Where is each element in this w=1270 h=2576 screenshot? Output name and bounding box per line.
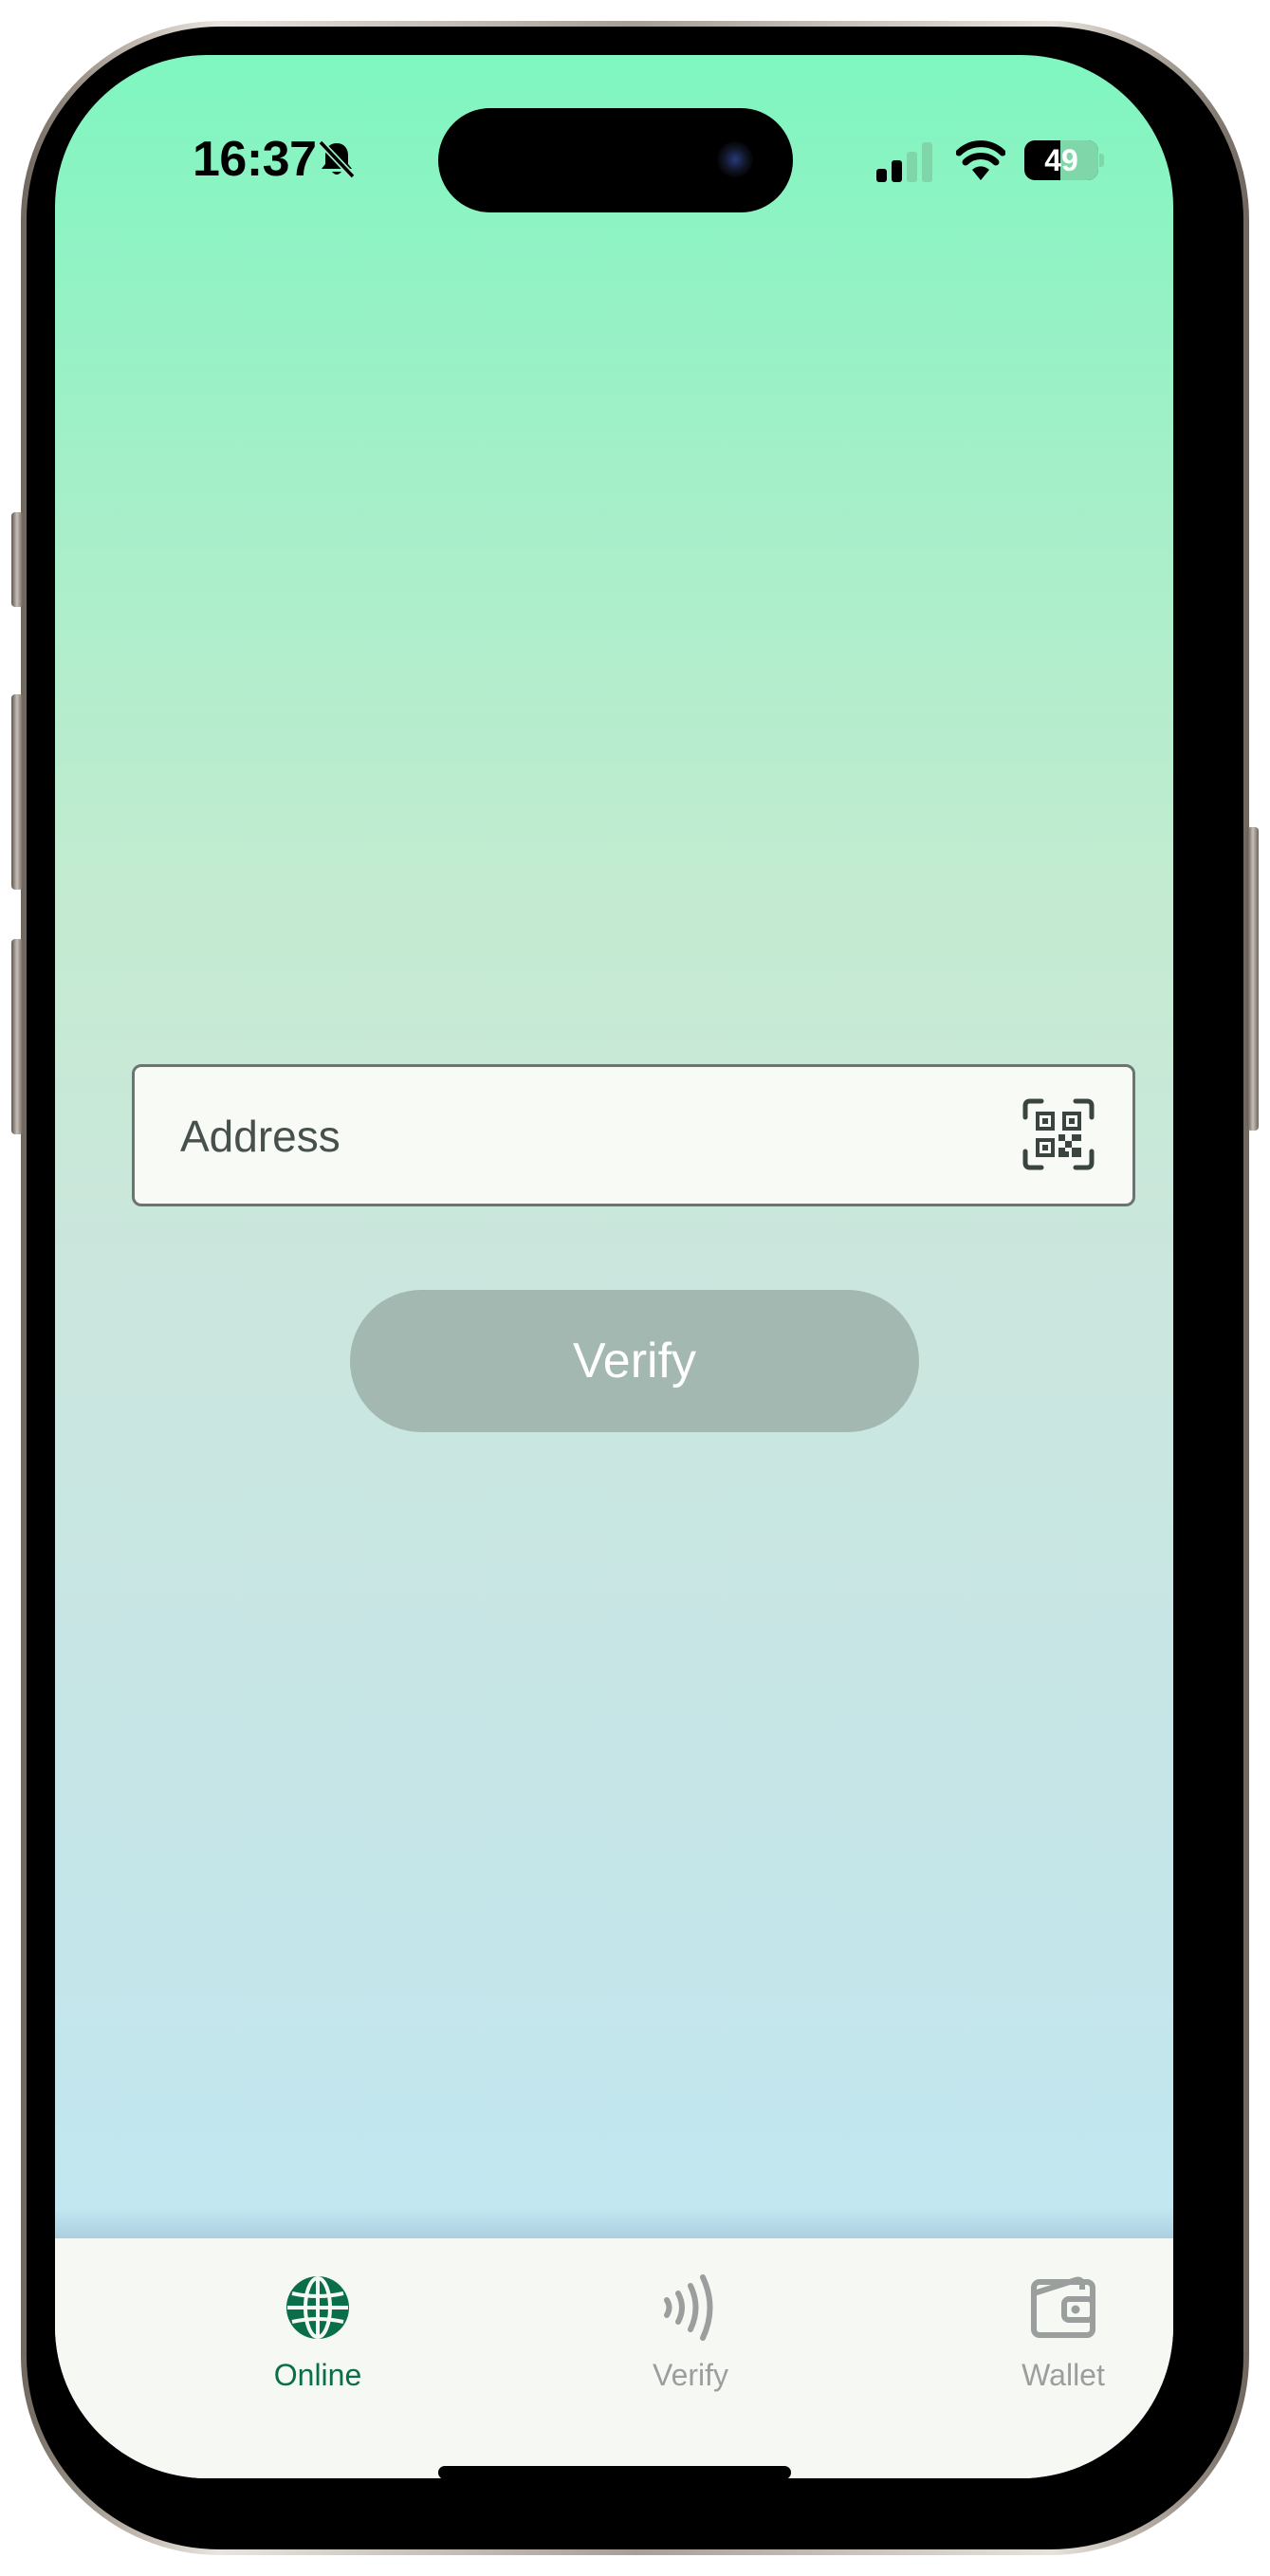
volume-down-button (11, 939, 23, 1134)
app-screen: 16:37 49 Address Verify Online Verify Wa… (55, 55, 1173, 2478)
nfc-contactless-icon (664, 2274, 713, 2341)
battery-tip (1099, 154, 1104, 167)
tab-online[interactable]: Online (175, 2238, 460, 2428)
wallet-icon (1031, 2276, 1095, 2338)
address-field[interactable] (132, 1064, 1135, 1206)
wifi-icon (956, 140, 1005, 180)
cellular-signal-icon (876, 142, 932, 182)
home-indicator[interactable] (438, 2466, 791, 2478)
battery-level: 49 (1044, 143, 1078, 177)
qr-code-scan-icon[interactable] (1022, 1098, 1095, 1170)
verify-button[interactable]: Verify (350, 1290, 919, 1432)
bell-slash-icon (318, 139, 356, 179)
address-input[interactable] (178, 1067, 960, 1205)
battery-body: 49 (1024, 140, 1098, 180)
volume-up-button (11, 694, 23, 890)
power-button (1247, 827, 1259, 1131)
status-time: 16:37 (193, 132, 317, 187)
tab-online-label: Online (273, 2358, 362, 2392)
tab-verify-label: Verify (652, 2358, 729, 2392)
tab-wallet-label: Wallet (1022, 2358, 1105, 2392)
battery-icon: 49 (1024, 140, 1104, 180)
front-camera (717, 141, 753, 177)
status-bar: 16:37 49 (55, 55, 1173, 216)
tab-verify[interactable]: Verify (548, 2238, 833, 2428)
tab-wallet[interactable]: Wallet (921, 2238, 1173, 2428)
tab-bar-shadow (55, 2208, 1173, 2238)
dynamic-island (438, 108, 793, 212)
action-button (11, 512, 23, 607)
globe-icon (286, 2276, 349, 2339)
